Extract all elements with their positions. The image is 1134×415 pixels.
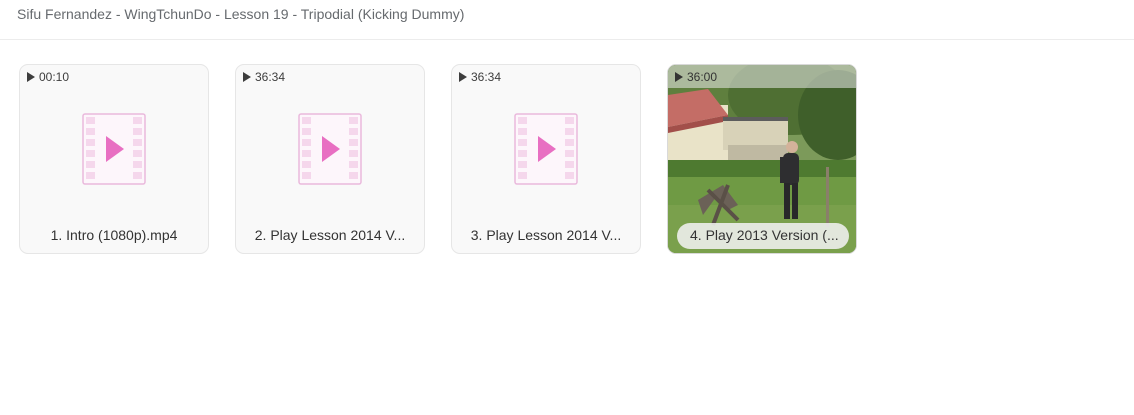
duration-badge: 36:34 [459,70,501,84]
video-file-icon [82,113,146,185]
duration-badge: 36:34 [243,70,285,84]
video-file-icon [298,113,362,185]
duration-badge: 00:10 [27,70,69,84]
duration-label: 36:34 [471,70,502,84]
file-tile[interactable]: 36:00 4. Play 2013 Version (... [667,64,857,254]
duration-badge: 36:00 [668,65,856,88]
video-file-icon [514,113,578,185]
play-icon [27,72,35,82]
page-title: Sifu Fernandez - WingTchunDo - Lesson 19… [17,6,465,22]
file-tile[interactable]: 00:10 1. Intro (1080p).mp4 [19,64,209,254]
file-tile[interactable]: 36:34 3. Play Lesson 2014 V... [451,64,641,254]
file-name: 1. Intro (1080p).mp4 [50,227,178,243]
file-name: 3. Play Lesson 2014 V... [470,227,622,243]
duration-label: 36:34 [255,70,286,84]
duration-label: 36:00 [687,69,718,84]
play-icon [459,72,467,82]
file-name: 2. Play Lesson 2014 V... [254,227,406,243]
file-tile[interactable]: 36:34 2. Play Lesson 2014 V... [235,64,425,254]
play-icon [243,72,251,82]
header-divider [0,39,1134,40]
play-icon [675,71,683,82]
duration-label: 00:10 [39,70,70,84]
file-name: 4. Play 2013 Version (... [690,227,839,243]
